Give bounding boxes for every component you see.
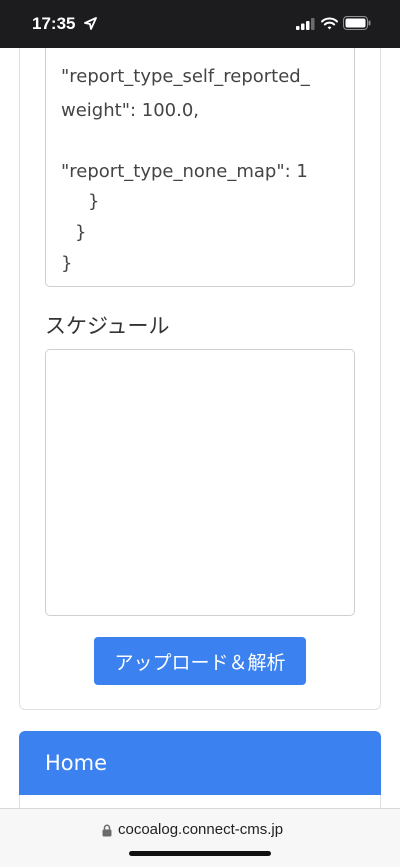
home-panel-header[interactable]: Home bbox=[19, 731, 381, 795]
upload-analyze-button[interactable]: アップロード＆解析 bbox=[94, 637, 306, 685]
browser-address-bar[interactable]: cocoalog.connect-cms.jp bbox=[0, 808, 400, 867]
schedule-label: スケジュール bbox=[45, 314, 170, 338]
status-time: 17:35 bbox=[32, 14, 76, 33]
json-line: } bbox=[75, 222, 87, 243]
json-line: } bbox=[61, 253, 73, 274]
lock-icon bbox=[102, 824, 112, 837]
home-indicator bbox=[129, 851, 271, 856]
json-line: weight": 100.0, bbox=[61, 100, 200, 121]
json-line: } bbox=[88, 191, 100, 212]
location-arrow-icon bbox=[84, 17, 97, 30]
home-panel-title: Home bbox=[45, 751, 108, 775]
battery-icon bbox=[343, 16, 371, 30]
json-line: "report_type_none_map": 1 bbox=[61, 161, 308, 182]
status-bar: 17:35 bbox=[0, 0, 400, 48]
url-text: cocoalog.connect-cms.jp bbox=[118, 821, 284, 838]
wifi-icon bbox=[321, 17, 338, 30]
json-line: "report_type_self_reported_ bbox=[61, 66, 310, 87]
schedule-textarea[interactable] bbox=[45, 349, 355, 616]
cellular-signal-icon bbox=[296, 18, 315, 30]
